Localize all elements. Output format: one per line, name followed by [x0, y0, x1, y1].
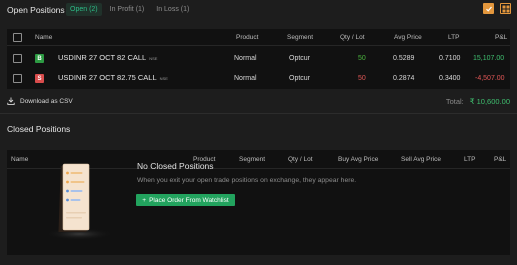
symbol-name[interactable]: USDINR 27 OCT 82.75 CALL	[58, 73, 157, 82]
empty-document-illustration	[45, 163, 113, 240]
download-icon	[7, 97, 15, 105]
ltp-value: 0.3400	[439, 75, 461, 82]
row-checkbox[interactable]	[13, 54, 22, 63]
table-header: Name Product Segment Qty / Lot Avg Price…	[7, 29, 510, 46]
view-toggles	[483, 3, 511, 14]
closed-positions-title: Closed Positions	[7, 124, 71, 134]
col-sell-avg-price: Sell Avg Price	[401, 156, 441, 163]
filter-in-loss[interactable]: In Loss (1)	[152, 3, 193, 16]
plus-icon: +	[142, 196, 147, 204]
avg-price-value: 0.5289	[393, 55, 415, 62]
col-ltp: LTP	[464, 156, 476, 163]
total-label: Total:	[445, 97, 464, 106]
symbol-name[interactable]: USDINR 27 OCT 82 CALL	[58, 53, 146, 62]
empty-state-title: No Closed Positions	[137, 161, 214, 171]
product-value: Normal	[234, 55, 257, 62]
download-label: Download as CSV	[20, 97, 73, 105]
col-avg-price: Avg Price	[394, 34, 422, 41]
segment-value: Optcur	[289, 55, 311, 62]
segment-value: Optcur	[289, 75, 311, 82]
qty-value: 50	[358, 55, 366, 62]
col-product: Product	[236, 34, 259, 41]
filter-in-profit[interactable]: In Profit (1)	[106, 3, 149, 16]
row-checkbox[interactable]	[13, 74, 22, 83]
buy-badge: B	[35, 54, 44, 63]
table-row[interactable]: S USDINR 27 OCT 82.75 CALL NSE Normal Opt…	[7, 71, 510, 88]
exchange-label: NSE	[149, 56, 158, 61]
col-qty: Qty / Lot	[340, 34, 365, 41]
edit-checkbox-icon[interactable]	[483, 3, 494, 14]
col-pl: P&L	[494, 156, 507, 163]
sell-badge: S	[35, 74, 44, 83]
open-positions-table: Name Product Segment Qty / Lot Avg Price…	[7, 29, 510, 89]
grid-view-icon[interactable]	[500, 3, 511, 14]
empty-state-subtitle: When you exit your open trade positions …	[137, 177, 357, 184]
table-row[interactable]: B USDINR 27 OCT 82 CALL NSE Normal Optcur…	[7, 51, 510, 68]
place-order-label: Place Order From Watchlist	[149, 196, 229, 204]
total-value: ₹ 10,600.00	[469, 97, 510, 106]
pl-value: -4,507.00	[475, 75, 505, 82]
avg-price-value: 0.2874	[393, 75, 415, 82]
col-segment: Segment	[239, 156, 266, 163]
position-filters: Open (2) In Profit (1) In Loss (1)	[66, 3, 193, 16]
download-csv-button[interactable]: Download as CSV	[7, 97, 73, 105]
exchange-label: NSE	[159, 76, 168, 81]
col-segment: Segment	[287, 34, 314, 41]
open-positions-title: Open Positions :	[7, 5, 70, 15]
select-all-checkbox[interactable]	[13, 33, 22, 42]
col-ltp: LTP	[448, 34, 460, 41]
filter-open[interactable]: Open (2)	[66, 3, 102, 16]
qty-value: 50	[358, 75, 366, 82]
product-value: Normal	[234, 75, 257, 82]
place-order-button[interactable]: + Place Order From Watchlist	[136, 194, 235, 206]
section-divider	[0, 113, 517, 114]
col-name: Name	[35, 34, 53, 41]
total-pl: Total: ₹ 10,600.00	[446, 97, 510, 106]
pl-value: 15,107.00	[473, 55, 505, 62]
ltp-value: 0.7100	[439, 55, 461, 62]
col-name: Name	[11, 156, 29, 163]
col-buy-avg-price: Buy Avg Price	[338, 156, 379, 163]
col-pl: P&L	[495, 34, 508, 41]
col-qty: Qty / Lot	[288, 156, 313, 163]
